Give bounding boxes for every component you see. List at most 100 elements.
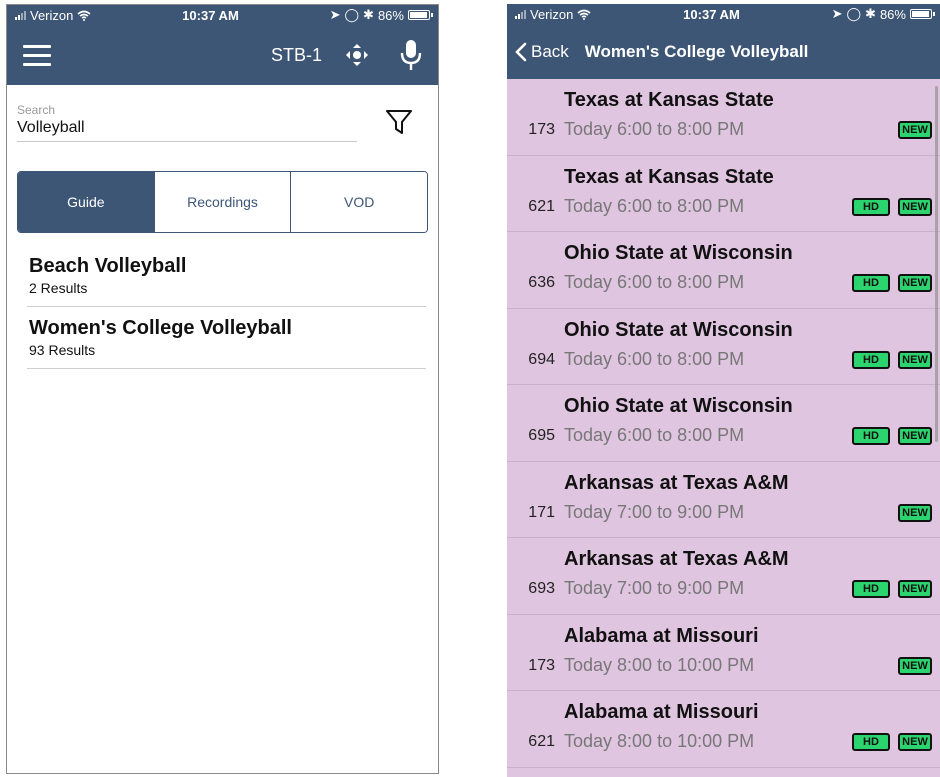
table-row[interactable]: Texas at Kansas State 621 Today 6:00 to 8:… (507, 156, 940, 232)
location-icon: ➤ (831, 6, 843, 21)
hd-badge: HD (852, 197, 890, 216)
badge-group: HD NEW (852, 580, 932, 598)
hd-badge: HD (852, 427, 890, 445)
program-title: Ohio State at Wisconsin (564, 242, 793, 264)
carrier-label: Verizon (530, 6, 574, 22)
air-time: Today 6:00 to 8:00 PM (564, 425, 745, 445)
air-time: Today 6:00 to 8:00 PM (564, 195, 745, 216)
table-row[interactable]: Alabama at Missouri 621 Today 8:00 to 10:0… (507, 691, 940, 768)
badge-group: HD NEW (852, 427, 932, 445)
channel-number: 621 (528, 733, 555, 750)
badge-group: NEW (898, 656, 932, 675)
search-screen: Verizon 10:37 AM ➤ ◯ ✱ 86% STB-1 Search … (6, 4, 439, 774)
status-bar: Verizon 10:37 AM ➤ ◯ ✱ 86% (7, 5, 438, 25)
table-row[interactable]: Ohio State at Wisconsin 636 Today 6:00 to … (507, 232, 940, 309)
program-title: Texas at Kansas State (564, 89, 774, 111)
badge-group: NEW (898, 121, 932, 139)
status-bar: Verizon 10:37 AM ➤ ◯ ✱ 86% (507, 4, 940, 24)
search-section: Search (7, 85, 438, 155)
result-title: Women's College Volleyball (29, 317, 292, 339)
clock: 10:37 AM (683, 6, 740, 22)
tab-recordings[interactable]: Recordings (153, 172, 291, 232)
table-row[interactable]: Ohio State at Wisconsin 695 Today 6:00 to … (507, 385, 940, 462)
clock: 10:37 AM (182, 7, 239, 23)
source-tabs: Guide Recordings VOD (17, 171, 428, 233)
badge-group: HD NEW (852, 733, 932, 751)
channel-number: 173 (528, 656, 555, 674)
alarm-icon: ◯ (344, 7, 360, 22)
new-badge: NEW (898, 580, 932, 598)
list-item[interactable]: Women's College Volleyball 93 Results (27, 307, 426, 369)
new-badge: NEW (898, 121, 932, 139)
new-badge: NEW (898, 350, 932, 369)
back-button[interactable]: Back (515, 42, 569, 62)
program-title: Alabama at Missouri (564, 624, 759, 647)
battery-icon (909, 9, 935, 19)
badge-group: HD NEW (852, 197, 932, 216)
table-row[interactable]: Arkansas at Texas A&M 171 Today 7:00 to 9:… (507, 462, 940, 538)
new-badge: NEW (898, 197, 932, 216)
hamburger-menu-icon[interactable] (23, 44, 51, 66)
back-label: Back (531, 41, 569, 61)
search-label: Search (17, 103, 56, 117)
air-time: Today 7:00 to 9:00 PM (564, 578, 745, 598)
table-row[interactable]: Arkansas at Texas A&M 693 Today 7:00 to 9:… (507, 538, 940, 615)
carrier-label: Verizon (30, 7, 74, 23)
program-title: Arkansas at Texas A&M (564, 548, 789, 570)
result-count: 93 Results (29, 342, 96, 358)
page-title: Women's College Volleyball (584, 41, 809, 61)
tab-guide[interactable]: Guide (18, 172, 154, 232)
program-title: Alabama at Missouri (564, 701, 759, 723)
device-selector[interactable]: STB-1 (271, 45, 322, 66)
signal-icon (15, 10, 26, 20)
hd-badge: HD (852, 733, 890, 751)
alarm-icon: ◯ (846, 6, 862, 21)
hd-badge: HD (852, 274, 890, 292)
hd-badge: HD (852, 350, 890, 369)
new-badge: NEW (898, 503, 932, 522)
back-chevron-icon (515, 42, 527, 61)
wifi-icon (77, 10, 91, 21)
result-title: Beach Volleyball (29, 255, 187, 277)
hd-badge: HD (852, 580, 890, 598)
program-title: Texas at Kansas State (564, 165, 774, 188)
bluetooth-icon: ✱ (363, 7, 374, 22)
new-badge: NEW (898, 427, 932, 445)
microphone-icon[interactable] (400, 39, 422, 71)
list-item[interactable]: Beach Volleyball 2 Results (27, 245, 426, 307)
tab-vod[interactable]: VOD (290, 172, 427, 232)
air-time: Today 8:00 to 10:00 PM (564, 731, 755, 751)
table-row[interactable]: Texas at Kansas State 173 Today 6:00 to 8:… (507, 79, 940, 156)
table-row[interactable]: Alabama at Missouri 173 Today 8:00 to 10:0… (507, 615, 940, 691)
signal-icon (515, 9, 526, 19)
air-time: Today 6:00 to 8:00 PM (564, 348, 745, 369)
channel-number: 621 (528, 197, 555, 215)
air-time: Today 7:00 to 9:00 PM (564, 501, 745, 522)
channel-number: 694 (528, 350, 555, 368)
new-badge: NEW (898, 733, 932, 751)
badge-group: HD NEW (852, 274, 932, 292)
search-input[interactable] (17, 117, 357, 142)
result-count: 2 Results (29, 280, 88, 296)
bluetooth-icon: ✱ (865, 6, 876, 21)
air-time: Today 8:00 to 10:00 PM (564, 654, 755, 675)
battery-percent: 86% (377, 7, 404, 23)
scrollbar[interactable] (935, 86, 938, 442)
new-badge: NEW (898, 274, 932, 292)
dpad-icon[interactable] (344, 42, 370, 68)
program-title: Ohio State at Wisconsin (564, 318, 793, 341)
badge-group: NEW (898, 503, 932, 522)
filter-icon[interactable] (384, 107, 414, 137)
channel-number: 171 (528, 503, 555, 521)
program-title: Ohio State at Wisconsin (564, 395, 793, 417)
channel-number: 173 (528, 121, 555, 138)
results-screen: Verizon 10:37 AM ➤ ◯ ✱ 86% Back Women's … (507, 4, 940, 777)
air-time: Today 6:00 to 8:00 PM (564, 272, 745, 292)
channel-number: 636 (528, 274, 555, 291)
program-title: Arkansas at Texas A&M (564, 471, 789, 494)
table-row[interactable]: Ohio State at Wisconsin 694 Today 6:00 to … (507, 309, 940, 385)
top-bar: Verizon 10:37 AM ➤ ◯ ✱ 86% STB-1 (7, 5, 438, 85)
location-icon: ➤ (329, 7, 341, 22)
badge-group: HD NEW (852, 350, 932, 369)
air-time: Today 6:00 to 8:00 PM (564, 119, 745, 139)
